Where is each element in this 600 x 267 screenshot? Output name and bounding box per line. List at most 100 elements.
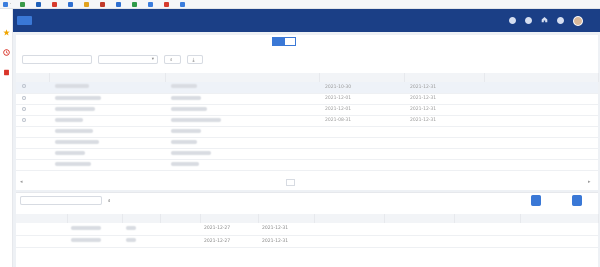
save-button[interactable] (572, 195, 582, 206)
bookmark-favicon-icon (52, 1, 58, 7)
row-cell (165, 126, 319, 138)
detail-header-3[interactable] (122, 214, 161, 223)
bookmark-icon[interactable] (3, 69, 10, 76)
detail-cell (67, 235, 122, 248)
table-row[interactable]: 2021-10-30 2021-12-31 (16, 82, 598, 94)
row-select-cell[interactable] (16, 137, 49, 149)
bookmark-item[interactable] (68, 1, 75, 7)
row-cell (319, 148, 404, 160)
row-radio[interactable] (22, 84, 26, 89)
row-cell (484, 159, 598, 171)
bookmark-item[interactable] (84, 1, 91, 7)
table-row[interactable] (16, 148, 598, 160)
bookmark-item[interactable] (148, 1, 155, 7)
table-row[interactable] (16, 126, 598, 138)
history-icon[interactable] (3, 49, 10, 56)
detail-cell: 2021-12-27 (200, 223, 258, 236)
detail-search-input[interactable] (20, 196, 102, 205)
row-select-cell[interactable] (16, 115, 49, 127)
header-col-4[interactable] (404, 73, 485, 82)
table-row[interactable]: 2021-12-27 2021-12-31 (16, 235, 598, 248)
bookmark-item[interactable] (180, 1, 187, 7)
detail-header-2[interactable] (67, 214, 123, 223)
bookmark-item[interactable] (164, 1, 171, 7)
detail-header-10[interactable] (520, 214, 599, 223)
table-row[interactable]: 2021-12-01 2021-12-31 (16, 104, 598, 116)
avatar[interactable] (573, 15, 583, 26)
chevron-down-icon: ▾ (151, 57, 154, 62)
scroll-left-icon[interactable]: ◂ (20, 179, 23, 185)
redacted-text (126, 225, 136, 230)
redacted-text (55, 106, 95, 111)
detail-header-4[interactable] (160, 214, 201, 223)
scroll-right-icon[interactable]: ▸ (588, 179, 591, 185)
row-select-cell[interactable] (16, 126, 49, 138)
table-row[interactable]: 2021-12-27 2021-12-31 (16, 223, 598, 236)
row-radio[interactable] (22, 106, 26, 111)
view-tabs (272, 37, 296, 46)
search-icon: ⌕ (170, 57, 173, 63)
row-cell: 2021-12-31 (404, 82, 484, 94)
row-cell (484, 93, 598, 105)
row-radio[interactable] (22, 117, 26, 122)
detail-header-5[interactable] (200, 214, 259, 223)
bookmark-item[interactable] (100, 1, 107, 7)
bookmark-item[interactable] (36, 1, 43, 7)
header-col-2[interactable] (165, 73, 320, 82)
row-select-cell[interactable] (16, 104, 49, 116)
row-select-cell[interactable] (16, 93, 49, 105)
bookmark-item[interactable] (20, 1, 27, 7)
detail-cell (122, 235, 160, 248)
bookmark-item[interactable] (132, 1, 139, 7)
bookmark-item[interactable] (116, 1, 123, 7)
detail-header-9[interactable] (454, 214, 521, 223)
notification-icon[interactable] (509, 17, 516, 24)
table-row[interactable] (16, 159, 598, 171)
detail-search-button[interactable]: ⌕ (108, 196, 113, 205)
header-col-1[interactable] (49, 73, 166, 82)
row-cell: 2021-12-31 (404, 104, 484, 116)
app-logo[interactable] (17, 16, 32, 25)
home-icon[interactable] (541, 16, 548, 25)
detail-header-6[interactable] (258, 214, 315, 223)
scroll-thumb[interactable] (286, 179, 295, 186)
add-button[interactable] (531, 195, 541, 206)
redacted-text (171, 161, 199, 166)
bookmark-item[interactable]: · (3, 1, 11, 7)
star-icon[interactable] (3, 29, 10, 36)
detail-header-8[interactable] (384, 214, 455, 223)
detail-header-7[interactable] (314, 214, 385, 223)
row-cell (319, 126, 404, 138)
row-cell (404, 137, 484, 149)
horizontal-scrollbar[interactable] (286, 179, 295, 186)
row-select-cell[interactable] (16, 82, 49, 94)
filter-input-1[interactable] (22, 55, 92, 64)
detail-cell (122, 223, 160, 236)
export-button[interactable]: ⤓ (186, 55, 203, 64)
row-select-cell[interactable] (16, 159, 49, 171)
detail-cell-highlighted[interactable] (160, 223, 200, 236)
table-row[interactable]: 2021-08-31 2021-12-31 (16, 115, 598, 127)
search-button[interactable]: ⌕ (164, 55, 181, 64)
table-row[interactable] (16, 137, 598, 149)
bookmark-favicon-icon (116, 1, 122, 7)
bookmark-item[interactable] (52, 1, 59, 7)
row-select-cell[interactable] (16, 148, 49, 160)
detail-cell-link[interactable] (16, 235, 67, 248)
main-card: ▾ ⌕ ⤓ 2021-10-30 2021-12-31 2021-12-01 2021… (16, 35, 599, 190)
row-radio[interactable] (22, 95, 26, 100)
header-col-5[interactable] (484, 73, 599, 82)
detail-cell (520, 223, 598, 236)
main-table: 2021-10-30 2021-12-31 2021-12-01 2021-12-31… (16, 73, 599, 171)
help-icon[interactable] (525, 17, 532, 24)
table-row[interactable]: 2021-12-01 2021-12-31 (16, 93, 598, 105)
detail-header-1[interactable] (16, 214, 68, 223)
header-col-3[interactable] (319, 73, 405, 82)
detail-cell (454, 223, 520, 236)
tab-2[interactable] (284, 37, 296, 46)
filter-select[interactable]: ▾ (98, 55, 158, 64)
detail-cell-link[interactable] (16, 223, 67, 236)
row-cell (484, 148, 598, 160)
settings-icon[interactable] (557, 17, 564, 24)
tab-1[interactable] (272, 37, 284, 46)
